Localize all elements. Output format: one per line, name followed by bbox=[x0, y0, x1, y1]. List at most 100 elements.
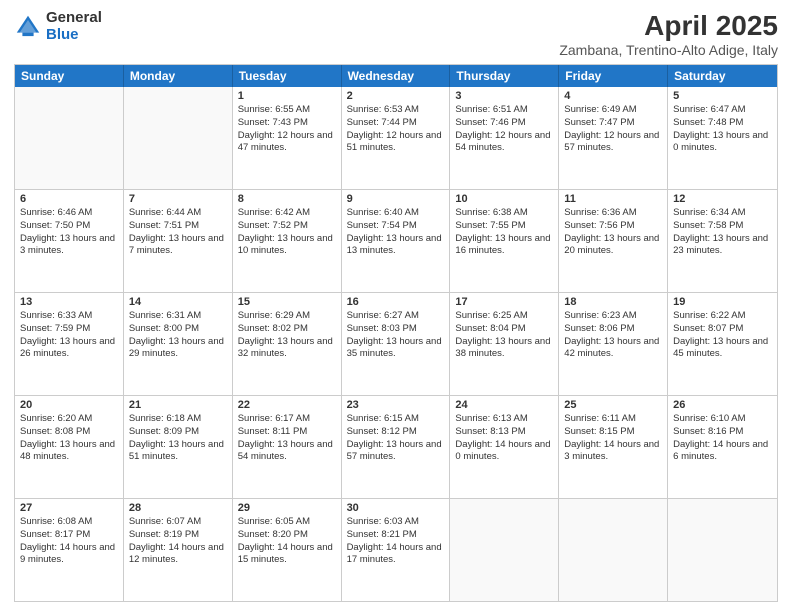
daylight-text: Daylight: 14 hours and 15 minutes. bbox=[238, 542, 336, 568]
day-number: 22 bbox=[238, 399, 336, 411]
calendar-cell-r3-c3: 15Sunrise: 6:29 AMSunset: 8:02 PMDayligh… bbox=[233, 293, 342, 395]
sunset-text: Sunset: 8:17 PM bbox=[20, 529, 118, 542]
sunset-text: Sunset: 7:56 PM bbox=[564, 220, 662, 233]
sunrise-text: Sunrise: 6:03 AM bbox=[347, 516, 445, 529]
day-number: 3 bbox=[455, 90, 553, 102]
daylight-text: Daylight: 13 hours and 54 minutes. bbox=[238, 439, 336, 465]
calendar-cell-r2-c3: 8Sunrise: 6:42 AMSunset: 7:52 PMDaylight… bbox=[233, 190, 342, 292]
sunrise-text: Sunrise: 6:44 AM bbox=[129, 207, 227, 220]
daylight-text: Daylight: 13 hours and 29 minutes. bbox=[129, 336, 227, 362]
day-number: 30 bbox=[347, 502, 445, 514]
calendar-header: Sunday Monday Tuesday Wednesday Thursday… bbox=[15, 65, 777, 87]
title-month: April 2025 bbox=[559, 10, 778, 42]
sunrise-text: Sunrise: 6:53 AM bbox=[347, 104, 445, 117]
calendar-cell-r1-c6: 4Sunrise: 6:49 AMSunset: 7:47 PMDaylight… bbox=[559, 87, 668, 189]
daylight-text: Daylight: 13 hours and 26 minutes. bbox=[20, 336, 118, 362]
sunrise-text: Sunrise: 6:05 AM bbox=[238, 516, 336, 529]
calendar-row-4: 20Sunrise: 6:20 AMSunset: 8:08 PMDayligh… bbox=[15, 395, 777, 498]
sunrise-text: Sunrise: 6:38 AM bbox=[455, 207, 553, 220]
sunset-text: Sunset: 8:11 PM bbox=[238, 426, 336, 439]
sunset-text: Sunset: 7:44 PM bbox=[347, 117, 445, 130]
calendar-cell-r5-c4: 30 Sunrise: 6:03 AMSunset: 8:21 PMDayligh… bbox=[342, 499, 451, 601]
header: General Blue April 2025 Zambana, Trentin… bbox=[14, 10, 778, 58]
day-number: 21 bbox=[129, 399, 227, 411]
sunset-text: Sunset: 7:58 PM bbox=[673, 220, 772, 233]
day-number: 24 bbox=[455, 399, 553, 411]
day-number: 17 bbox=[455, 296, 553, 308]
day-number: 12 bbox=[673, 193, 772, 205]
sunrise-text: Sunrise: 6:22 AM bbox=[673, 310, 772, 323]
sunset-text: Sunset: 7:47 PM bbox=[564, 117, 662, 130]
day-number: 5 bbox=[673, 90, 772, 102]
sunrise-text: Sunrise: 6:34 AM bbox=[673, 207, 772, 220]
calendar-cell-r5-c1: 27Sunrise: 6:08 AMSunset: 8:17 PMDayligh… bbox=[15, 499, 124, 601]
calendar-cell-r2-c1: 6Sunrise: 6:46 AMSunset: 7:50 PMDaylight… bbox=[15, 190, 124, 292]
sunset-text: Sunset: 7:52 PM bbox=[238, 220, 336, 233]
calendar-cell-r5-c5 bbox=[450, 499, 559, 601]
day-number: 1 bbox=[238, 90, 336, 102]
page: General Blue April 2025 Zambana, Trentin… bbox=[0, 0, 792, 612]
calendar-cell-r1-c3: 1Sunrise: 6:55 AMSunset: 7:43 PMDaylight… bbox=[233, 87, 342, 189]
day-number: 28 bbox=[129, 502, 227, 514]
sunset-text: Sunset: 8:08 PM bbox=[20, 426, 118, 439]
sunrise-text: Sunrise: 6:31 AM bbox=[129, 310, 227, 323]
calendar-cell-r3-c1: 13Sunrise: 6:33 AMSunset: 7:59 PMDayligh… bbox=[15, 293, 124, 395]
daylight-text: Daylight: 14 hours and 17 minutes. bbox=[347, 542, 445, 568]
calendar-cell-r3-c2: 14Sunrise: 6:31 AMSunset: 8:00 PMDayligh… bbox=[124, 293, 233, 395]
sunset-text: Sunset: 7:50 PM bbox=[20, 220, 118, 233]
calendar-cell-r4-c6: 25Sunrise: 6:11 AMSunset: 8:15 PMDayligh… bbox=[559, 396, 668, 498]
daylight-text: Daylight: 14 hours and 0 minutes. bbox=[455, 439, 553, 465]
daylight-text: Daylight: 13 hours and 48 minutes. bbox=[20, 439, 118, 465]
sunrise-text: Sunrise: 6:36 AM bbox=[564, 207, 662, 220]
daylight-text: Daylight: 13 hours and 45 minutes. bbox=[673, 336, 772, 362]
sunrise-text: Sunrise: 6:07 AM bbox=[129, 516, 227, 529]
sunrise-text: Sunrise: 6:47 AM bbox=[673, 104, 772, 117]
daylight-text: Daylight: 13 hours and 13 minutes. bbox=[347, 233, 445, 259]
sunset-text: Sunset: 8:02 PM bbox=[238, 323, 336, 336]
day-number: 25 bbox=[564, 399, 662, 411]
sunrise-text: Sunrise: 6:20 AM bbox=[20, 413, 118, 426]
sunrise-text: Sunrise: 6:33 AM bbox=[20, 310, 118, 323]
daylight-text: Daylight: 13 hours and 0 minutes. bbox=[673, 130, 772, 156]
header-saturday: Saturday bbox=[668, 65, 777, 87]
day-number: 20 bbox=[20, 399, 118, 411]
sunrise-text: Sunrise: 6:55 AM bbox=[238, 104, 336, 117]
calendar-cell-r5-c6 bbox=[559, 499, 668, 601]
day-number: 8 bbox=[238, 193, 336, 205]
sunrise-text: Sunrise: 6:13 AM bbox=[455, 413, 553, 426]
daylight-text: Daylight: 12 hours and 57 minutes. bbox=[564, 130, 662, 156]
title-location: Zambana, Trentino-Alto Adige, Italy bbox=[559, 42, 778, 58]
daylight-text: Daylight: 13 hours and 51 minutes. bbox=[129, 439, 227, 465]
calendar-row-1: 1Sunrise: 6:55 AMSunset: 7:43 PMDaylight… bbox=[15, 87, 777, 189]
day-number: 26 bbox=[673, 399, 772, 411]
sunset-text: Sunset: 7:55 PM bbox=[455, 220, 553, 233]
sunset-text: Sunset: 8:06 PM bbox=[564, 323, 662, 336]
day-number: 27 bbox=[20, 502, 118, 514]
calendar-cell-r3-c5: 17Sunrise: 6:25 AMSunset: 8:04 PMDayligh… bbox=[450, 293, 559, 395]
daylight-text: Daylight: 13 hours and 32 minutes. bbox=[238, 336, 336, 362]
day-number: 16 bbox=[347, 296, 445, 308]
sunrise-text: Sunrise: 6:15 AM bbox=[347, 413, 445, 426]
sunset-text: Sunset: 8:12 PM bbox=[347, 426, 445, 439]
sunset-text: Sunset: 8:21 PM bbox=[347, 529, 445, 542]
day-number: 23 bbox=[347, 399, 445, 411]
calendar-cell-r3-c4: 16Sunrise: 6:27 AMSunset: 8:03 PMDayligh… bbox=[342, 293, 451, 395]
daylight-text: Daylight: 13 hours and 35 minutes. bbox=[347, 336, 445, 362]
sunset-text: Sunset: 8:07 PM bbox=[673, 323, 772, 336]
sunrise-text: Sunrise: 6:10 AM bbox=[673, 413, 772, 426]
sunset-text: Sunset: 7:48 PM bbox=[673, 117, 772, 130]
calendar-cell-r1-c4: 2Sunrise: 6:53 AMSunset: 7:44 PMDaylight… bbox=[342, 87, 451, 189]
calendar-cell-r2-c7: 12Sunrise: 6:34 AMSunset: 7:58 PMDayligh… bbox=[668, 190, 777, 292]
logo-general-text: General bbox=[46, 10, 102, 27]
daylight-text: Daylight: 13 hours and 10 minutes. bbox=[238, 233, 336, 259]
calendar-cell-r4-c3: 22Sunrise: 6:17 AMSunset: 8:11 PMDayligh… bbox=[233, 396, 342, 498]
calendar-cell-r4-c7: 26Sunrise: 6:10 AMSunset: 8:16 PMDayligh… bbox=[668, 396, 777, 498]
calendar-body: 1Sunrise: 6:55 AMSunset: 7:43 PMDaylight… bbox=[15, 87, 777, 601]
sunset-text: Sunset: 7:59 PM bbox=[20, 323, 118, 336]
sunrise-text: Sunrise: 6:23 AM bbox=[564, 310, 662, 323]
daylight-text: Daylight: 13 hours and 57 minutes. bbox=[347, 439, 445, 465]
calendar-cell-r2-c2: 7Sunrise: 6:44 AMSunset: 7:51 PMDaylight… bbox=[124, 190, 233, 292]
day-number: 18 bbox=[564, 296, 662, 308]
sunrise-text: Sunrise: 6:46 AM bbox=[20, 207, 118, 220]
sunrise-text: Sunrise: 6:51 AM bbox=[455, 104, 553, 117]
